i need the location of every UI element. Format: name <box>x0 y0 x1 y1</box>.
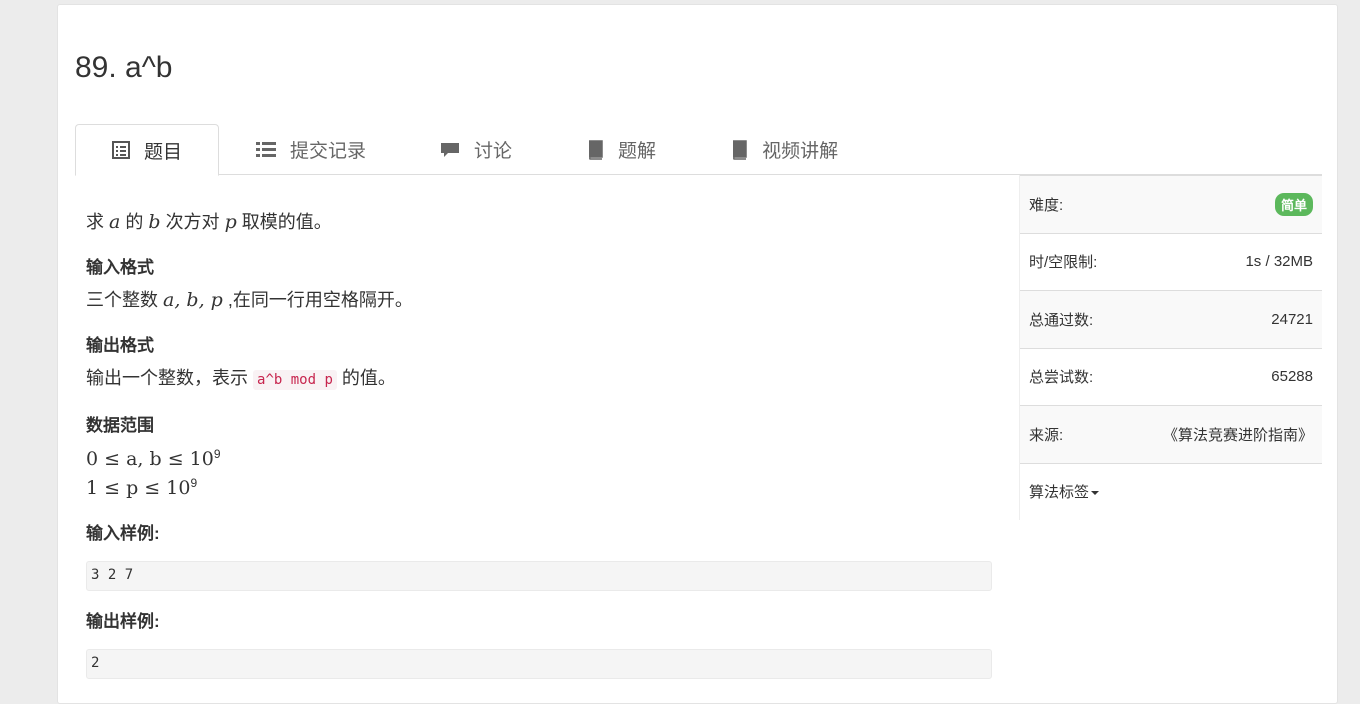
difficulty-row: 难度: 简单 <box>1020 175 1322 233</box>
list-icon <box>256 141 277 159</box>
tab-label: 题目 <box>144 141 183 163</box>
output-format-heading: 输出格式 <box>86 336 154 355</box>
data-range-1: 0 ≤ a, b ≤ 109 <box>86 447 221 470</box>
data-range-heading: 数据范围 <box>86 416 154 435</box>
limit-row: 时/空限制: 1s / 32MB <box>1020 232 1322 290</box>
tab-bar: 题目 提交记录 讨论 题解 视频讲解 <box>75 124 1322 176</box>
sample-input-heading: 输入样例: <box>86 524 160 543</box>
comment-icon <box>440 141 460 159</box>
difficulty-badge: 简单 <box>1274 192 1313 216</box>
page-title: 89. a^b <box>75 51 173 84</box>
tab-video[interactable]: 视频讲解 <box>693 124 875 175</box>
tags-dropdown[interactable]: 算法标签 <box>1029 481 1100 502</box>
tab-label: 题解 <box>618 141 657 162</box>
problem-card: 89. a^b 题目 提交记录 讨论 题解 视频讲解 求 a 的 b 次方对 p… <box>57 4 1338 704</box>
description: 求 a 的 b 次方对 p 取模的值。 <box>86 211 332 233</box>
sample-input-block[interactable]: 3 2 7 <box>86 561 992 591</box>
inline-code: a^b mod p <box>253 370 337 390</box>
passed-row: 总通过数: 24721 <box>1020 290 1322 348</box>
tab-submissions[interactable]: 提交记录 <box>219 124 403 175</box>
data-range-2: 1 ≤ p ≤ 109 <box>86 476 198 499</box>
tab-discussion[interactable]: 讨论 <box>403 124 549 175</box>
input-format: 三个整数 a, b, p ,在同一行用空格隔开。 <box>86 289 413 311</box>
tab-label: 提交记录 <box>290 141 367 162</box>
tags-row: 算法标签 <box>1020 462 1322 520</box>
problem-info-panel: 难度: 简单 时/空限制: 1s / 32MB 总通过数: 24721 总尝试数… <box>1019 175 1322 520</box>
tried-row: 总尝试数: 65288 <box>1020 347 1322 405</box>
tab-label: 视频讲解 <box>762 141 839 162</box>
tab-solutions[interactable]: 题解 <box>549 124 693 175</box>
output-format: 输出一个整数，表示 a^b mod p 的值。 <box>86 368 396 390</box>
input-format-heading: 输入格式 <box>86 258 154 277</box>
book-icon <box>586 139 604 160</box>
sample-output-heading: 输出样例: <box>86 612 160 631</box>
tab-problem[interactable]: 题目 <box>75 124 220 176</box>
source-row: 来源: 《算法竞赛进阶指南》 <box>1020 405 1322 463</box>
caret-down-icon <box>1091 491 1100 496</box>
problem-statement: 求 a 的 b 次方对 p 取模的值。 输入格式 三个整数 a, b, p ,在… <box>86 205 992 679</box>
book-icon <box>730 139 748 160</box>
list-alt-icon <box>112 141 130 159</box>
tab-label: 讨论 <box>474 141 513 162</box>
sample-output-block[interactable]: 2 <box>86 649 992 679</box>
